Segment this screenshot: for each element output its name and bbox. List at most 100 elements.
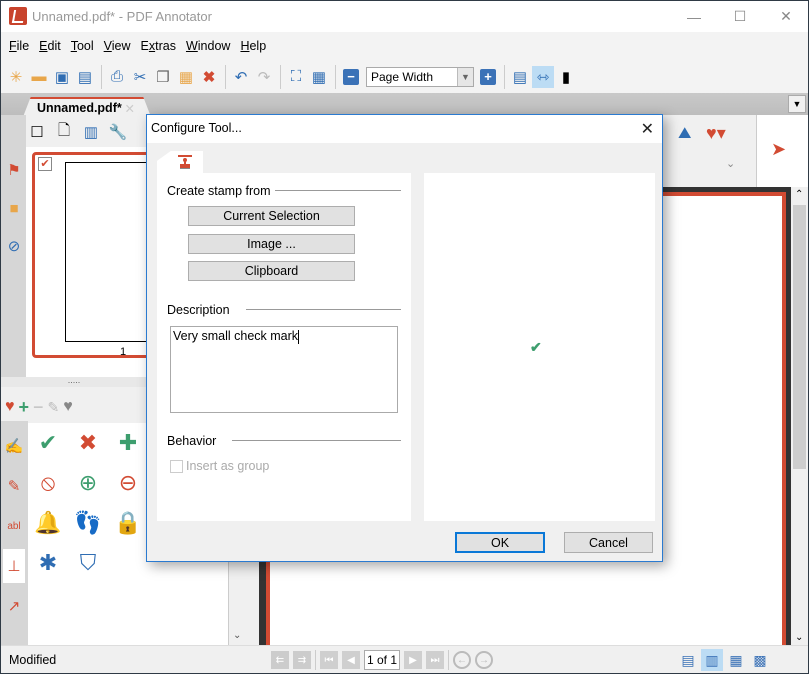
first-page-icon[interactable]: ⏮ [320,651,338,669]
undo-icon[interactable]: ↶ [230,66,252,88]
redo-icon[interactable]: ↷ [253,66,275,88]
cut-icon[interactable]: ✂ [129,66,151,88]
highlighter-tab-icon[interactable]: ✎ [3,469,25,503]
pointer-tool-button[interactable]: ➤ [756,115,808,187]
panel-splitter[interactable]: ..... [1,376,147,387]
favorites-heart-icon[interactable]: ♥ [5,398,15,416]
continuous-layout-icon[interactable]: ▥ [701,649,723,671]
favorites-heart-icon[interactable]: ♥▾ [706,123,726,144]
zoom-in-button[interactable]: + [477,66,499,88]
grid-icon[interactable]: ▦ [308,66,330,88]
maximize-button[interactable]: ☐ [717,1,763,32]
menu-view[interactable]: View [100,39,135,53]
clipboard-button[interactable]: Clipboard [188,261,355,281]
minus-circle-icon[interactable]: ⊖ [110,465,146,501]
description-textarea[interactable]: Very small check mark [170,326,398,413]
page-navigation: ⇇ ⇉ ⏮ ◀ 1 of 1 ▶ ⏭ ← → [271,649,493,671]
forbidden-icon[interactable]: ⦸ [30,465,66,501]
book-icon[interactable]: ▥ [80,121,102,143]
cancel-button[interactable]: Cancel [564,532,653,553]
notes-tab-icon[interactable]: ■ [3,191,25,225]
tab-list-dropdown[interactable]: ▼ [788,95,806,113]
save-icon[interactable]: ▣ [51,66,73,88]
stamp-tab-icon[interactable]: ⊥ [3,549,25,583]
open-folder-icon[interactable]: ▬ [28,66,50,88]
ok-button[interactable]: OK [455,532,545,553]
find-icon[interactable]: ⛶ [285,66,307,88]
single-page-layout-icon[interactable]: ▤ [677,649,699,671]
menu-tool[interactable]: Tool [67,39,98,53]
back-icon[interactable]: ← [453,651,471,669]
puzzle-icon[interactable]: ✱ [30,545,66,581]
menu-edit[interactable]: Edit [35,39,65,53]
close-tab-icon[interactable]: ✕ [125,101,135,116]
chevron-down-icon[interactable]: ⌄ [795,632,803,643]
current-selection-button[interactable]: Current Selection [188,206,355,226]
insert-as-group-label: Insert as group [186,459,270,473]
separator [101,64,102,89]
footprints-icon[interactable]: 👣 [70,505,106,541]
last-page-icon[interactable]: ⏭ [426,651,444,669]
save-as-icon[interactable]: ▤ [74,66,96,88]
lock-icon[interactable]: 🔒 [110,505,146,541]
print-icon[interactable]: ⎙ [106,66,128,88]
delete-icon[interactable]: ✖ [198,66,220,88]
previous-page-icon[interactable]: ◀ [342,651,360,669]
attachment-tab-icon[interactable]: ⊘ [3,229,25,263]
edit-favorite-icon[interactable]: ✎ [48,399,60,416]
prev-document-icon[interactable]: ⇇ [271,651,289,669]
arrow-tab-icon[interactable]: ↗ [3,589,25,623]
copy-icon[interactable]: ❐ [152,66,174,88]
menu-help[interactable]: Help [236,39,270,53]
menu-extras[interactable]: Extras [137,39,180,53]
bell-icon[interactable]: 🔔 [30,505,66,541]
menu-label: E [140,39,149,53]
image-button[interactable]: Image ... [188,234,355,254]
separator [315,650,316,670]
fit-width-icon[interactable]: ⇿ [532,65,554,88]
cross-icon[interactable]: ✖ [70,425,106,461]
favorite-gray-heart-icon[interactable]: ♥ [63,398,73,416]
new-document-icon[interactable]: ✳ [5,66,27,88]
tool-category-tabs: ✍ ✎ abl ⊥ ↗ [1,421,28,645]
zoom-out-button[interactable]: − [340,66,362,88]
page-number-input[interactable]: 1 of 1 [364,650,400,670]
minimize-button[interactable]: — [671,1,717,32]
chevron-down-icon[interactable]: ⌄ [726,157,735,170]
insert-as-group-option[interactable]: Insert as group [170,459,269,473]
dialog-close-button[interactable]: ✕ [641,119,654,139]
thumbnail-checkbox[interactable]: ✔ [38,157,52,171]
pen-tab-icon[interactable]: ✍ [3,429,25,463]
select-checkbox-icon[interactable]: ☐ [26,121,48,143]
paste-icon[interactable]: ▦ [175,66,197,88]
group-divider [275,190,401,191]
vertical-scrollbar[interactable]: ⌃ ⌄ [791,187,808,645]
scrollbar-thumb[interactable] [793,205,806,469]
single-page-icon[interactable]: ▤ [509,66,531,88]
chevron-up-icon[interactable]: ⌃ [795,189,803,200]
wrench-icon[interactable]: 🔧 [107,121,129,143]
add-favorite-icon[interactable]: + [19,397,30,418]
plus-circle-icon[interactable]: ⊕ [70,465,106,501]
insert-as-group-checkbox[interactable] [170,459,183,473]
next-document-icon[interactable]: ⇉ [293,651,311,669]
remove-favorite-icon[interactable]: − [33,397,44,418]
insert-image-icon[interactable]: ⛰ [678,125,691,143]
facing-layout-icon[interactable]: ▦ [725,649,747,671]
shield-icon[interactable]: ⛉ [70,545,106,581]
plus-icon[interactable]: ✚ [110,425,146,461]
facing-continuous-layout-icon[interactable]: ▩ [749,649,771,671]
forward-icon[interactable]: → [475,651,493,669]
close-window-button[interactable]: ✕ [763,1,809,32]
zoom-select[interactable]: Page Width ▼ [366,66,474,87]
bookmark-tab-icon[interactable]: ⚑ [3,153,25,187]
check-icon[interactable]: ✔ [30,425,66,461]
chevron-down-icon[interactable]: ⌄ [233,630,241,641]
fullscreen-icon[interactable]: ▮ [555,66,577,88]
menu-file[interactable]: File [5,39,33,53]
menu-window[interactable]: Window [182,39,234,53]
text-tab-icon[interactable]: abl [3,509,25,543]
document-tab[interactable]: Unnamed.pdf* ✕ [23,97,151,117]
page-icon[interactable]: 🗋 [53,121,75,143]
next-page-icon[interactable]: ▶ [404,651,422,669]
